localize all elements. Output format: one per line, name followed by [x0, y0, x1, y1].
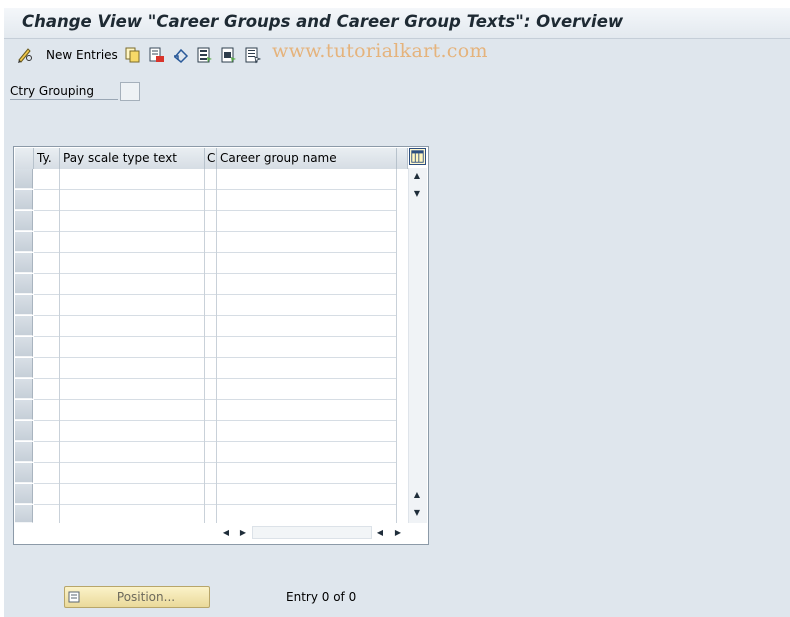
select-block-icon[interactable] [220, 46, 238, 64]
column-divider [396, 169, 397, 523]
undo-icon[interactable] [172, 46, 190, 64]
header-filler [397, 148, 408, 169]
row-selector[interactable] [15, 190, 33, 210]
table-gridline [34, 336, 396, 337]
title-bar: Change View "Career Groups and Career Gr… [4, 8, 790, 39]
column-divider [204, 169, 205, 523]
scroll-up-icon[interactable]: ▲ [411, 489, 423, 501]
scroll-right-icon[interactable]: ▶ [237, 527, 249, 539]
table-gridline [34, 252, 396, 253]
column-header-type[interactable]: Ty. [34, 148, 60, 169]
scroll-right-icon[interactable]: ▶ [392, 527, 404, 539]
row-selector[interactable] [15, 421, 33, 441]
table-gridline [34, 441, 396, 442]
watermark-text: www.tutorialkart.com [272, 40, 488, 62]
vertical-scrollbar[interactable] [408, 168, 427, 523]
row-selector[interactable] [15, 232, 33, 252]
row-selector[interactable] [15, 211, 33, 231]
scroll-down-icon[interactable]: ▼ [411, 188, 423, 200]
new-entries-button[interactable]: New Entries [46, 48, 118, 62]
entry-count-text: Entry 0 of 0 [286, 590, 357, 604]
delete-icon[interactable] [148, 46, 166, 64]
table-settings-icon[interactable] [409, 148, 426, 165]
table-gridline [34, 399, 396, 400]
row-selector[interactable] [15, 379, 33, 399]
ctry-grouping-checkbox[interactable] [120, 82, 140, 101]
edit-glasses-icon[interactable] [16, 46, 34, 64]
row-selector[interactable] [15, 253, 33, 273]
row-selector[interactable] [15, 169, 33, 189]
scroll-up-icon[interactable]: ▲ [411, 170, 423, 182]
row-selector[interactable] [15, 400, 33, 420]
table-gridline [34, 504, 396, 505]
label-underline [10, 99, 118, 100]
table-gridline [34, 420, 396, 421]
row-selector[interactable] [15, 463, 33, 483]
table-gridline [34, 189, 396, 190]
row-selector[interactable] [15, 505, 33, 523]
column-header-career-group-name[interactable]: Career group name [217, 148, 397, 169]
scroll-down-icon[interactable]: ▼ [411, 507, 423, 519]
position-button-label: Position... [116, 590, 176, 604]
select-all-icon[interactable] [196, 46, 214, 64]
scroll-left-icon[interactable]: ◀ [220, 527, 232, 539]
row-selector[interactable] [15, 316, 33, 336]
position-icon [68, 591, 80, 603]
column-header-pay-scale-type-text[interactable]: Pay scale type text [60, 148, 205, 169]
ctry-grouping-label: Ctry Grouping [10, 84, 95, 98]
row-selector[interactable] [15, 274, 33, 294]
row-selector[interactable] [15, 358, 33, 378]
horizontal-scrollbar[interactable] [252, 526, 372, 539]
select-all-rows-button[interactable] [15, 148, 34, 169]
table-gridline [34, 357, 396, 358]
table-gridline [34, 273, 396, 274]
career-groups-table [13, 146, 429, 545]
column-divider [216, 169, 217, 523]
page-title: Change View "Career Groups and Career Gr… [22, 12, 624, 31]
table-gridline [34, 315, 396, 316]
table-gridline [34, 231, 396, 232]
row-selector[interactable] [15, 295, 33, 315]
table-gridline [34, 210, 396, 211]
table-gridline [34, 294, 396, 295]
row-selector[interactable] [15, 442, 33, 462]
copy-icon[interactable] [124, 46, 142, 64]
deselect-all-icon[interactable] [244, 46, 262, 64]
table-gridline [34, 378, 396, 379]
scroll-left-icon[interactable]: ◀ [374, 527, 386, 539]
position-button[interactable]: Position... [64, 586, 210, 608]
row-selector[interactable] [15, 337, 33, 357]
column-divider [59, 169, 60, 523]
row-selector[interactable] [15, 484, 33, 504]
column-header-c[interactable]: C [205, 148, 217, 169]
table-gridline [34, 462, 396, 463]
table-gridline [34, 483, 396, 484]
